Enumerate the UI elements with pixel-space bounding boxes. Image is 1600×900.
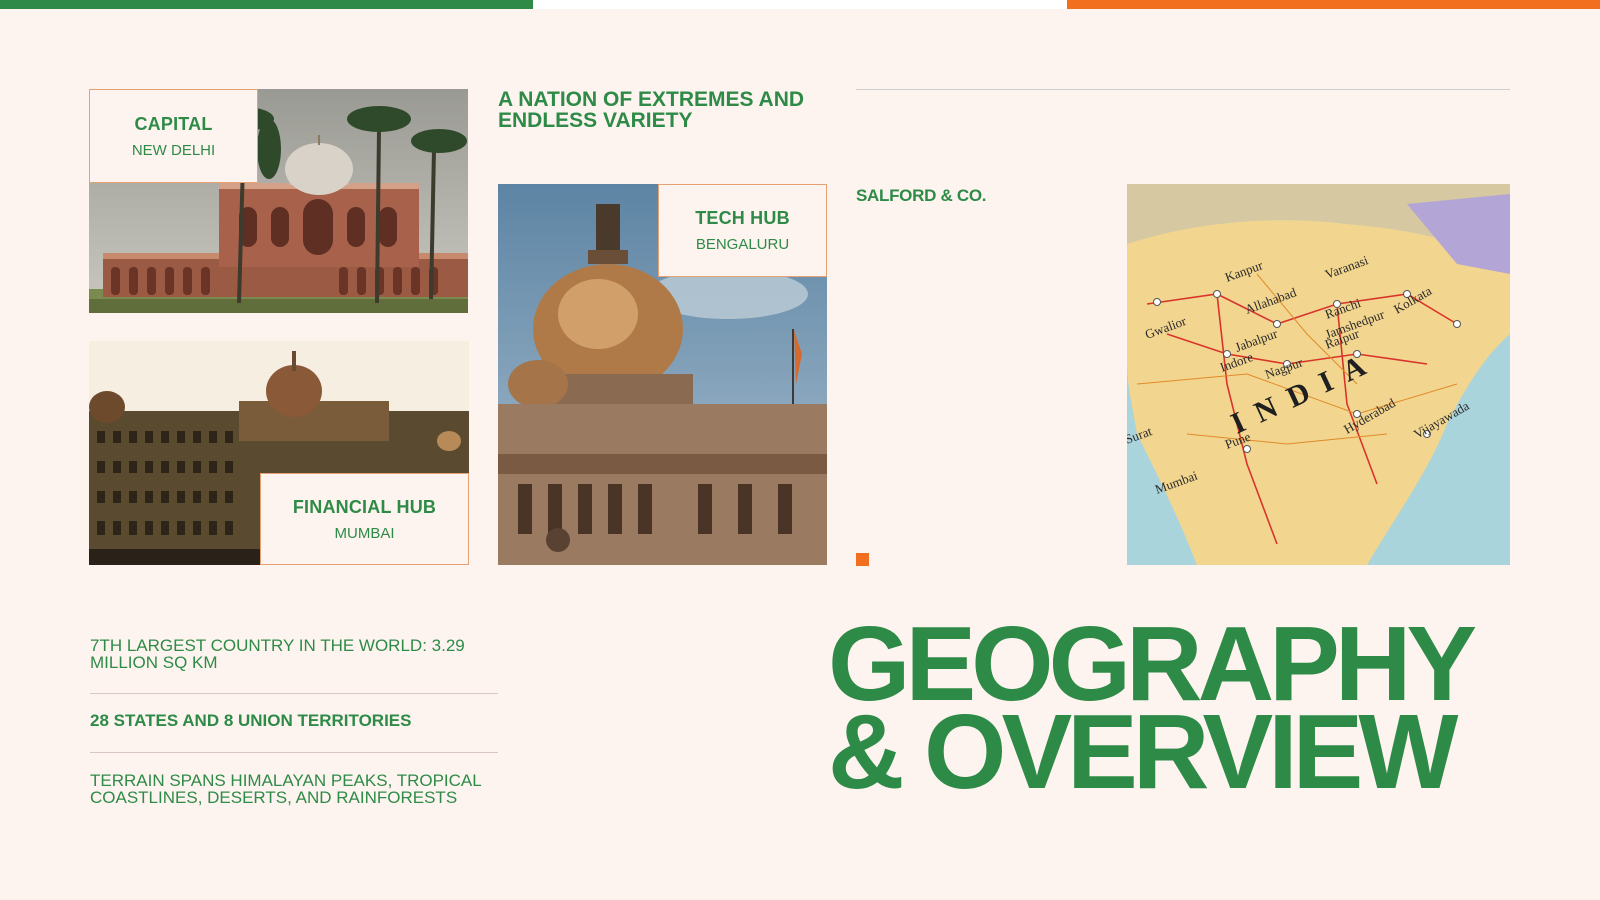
fact-states: 28 STATES AND 8 UNION TERRITORIES bbox=[90, 711, 412, 730]
tech-hub-title: TECH HUB bbox=[695, 208, 790, 228]
fact-terrain: TERRAIN SPANS HIMALAYAN PEAKS, TROPICAL … bbox=[90, 771, 482, 807]
tricolor-green bbox=[0, 0, 534, 9]
financial-hub-title: FINANCIAL HUB bbox=[292, 496, 437, 517]
header-rule bbox=[856, 89, 1510, 90]
brand-name: SALFORD & CO. bbox=[856, 186, 987, 205]
title-line-2: & OVERVIEW bbox=[828, 693, 1458, 811]
tricolor-bar bbox=[0, 0, 1600, 9]
tricolor-orange bbox=[1066, 0, 1600, 9]
financial-hub-city: MUMBAI bbox=[334, 524, 395, 542]
page-title: GEOGRAPHY & OVERVIEW bbox=[828, 611, 1528, 811]
map-india: Kanpur Gwalior Allahabad Varanasi Ranchi… bbox=[1127, 184, 1510, 565]
fact-size: 7TH LARGEST COUNTRY IN THE WORLD: 3.29 M… bbox=[90, 636, 465, 672]
tagline: A NATION OF EXTREMES AND ENDLESS VARIETY bbox=[498, 88, 805, 132]
tech-hub-city: BENGALURU bbox=[695, 236, 790, 253]
fact-divider-2 bbox=[90, 752, 498, 753]
accent-square bbox=[856, 553, 869, 566]
tech-hub-card: TECH HUB BENGALURU bbox=[658, 184, 827, 277]
fact-divider-1 bbox=[90, 693, 498, 694]
capital-city: NEW DELHI bbox=[131, 141, 216, 159]
financial-hub-card: FINANCIAL HUB MUMBAI bbox=[260, 473, 469, 565]
capital-card: CAPITAL NEW DELHI bbox=[89, 89, 258, 183]
tricolor-white bbox=[533, 0, 1067, 9]
capital-title: CAPITAL bbox=[134, 113, 213, 134]
